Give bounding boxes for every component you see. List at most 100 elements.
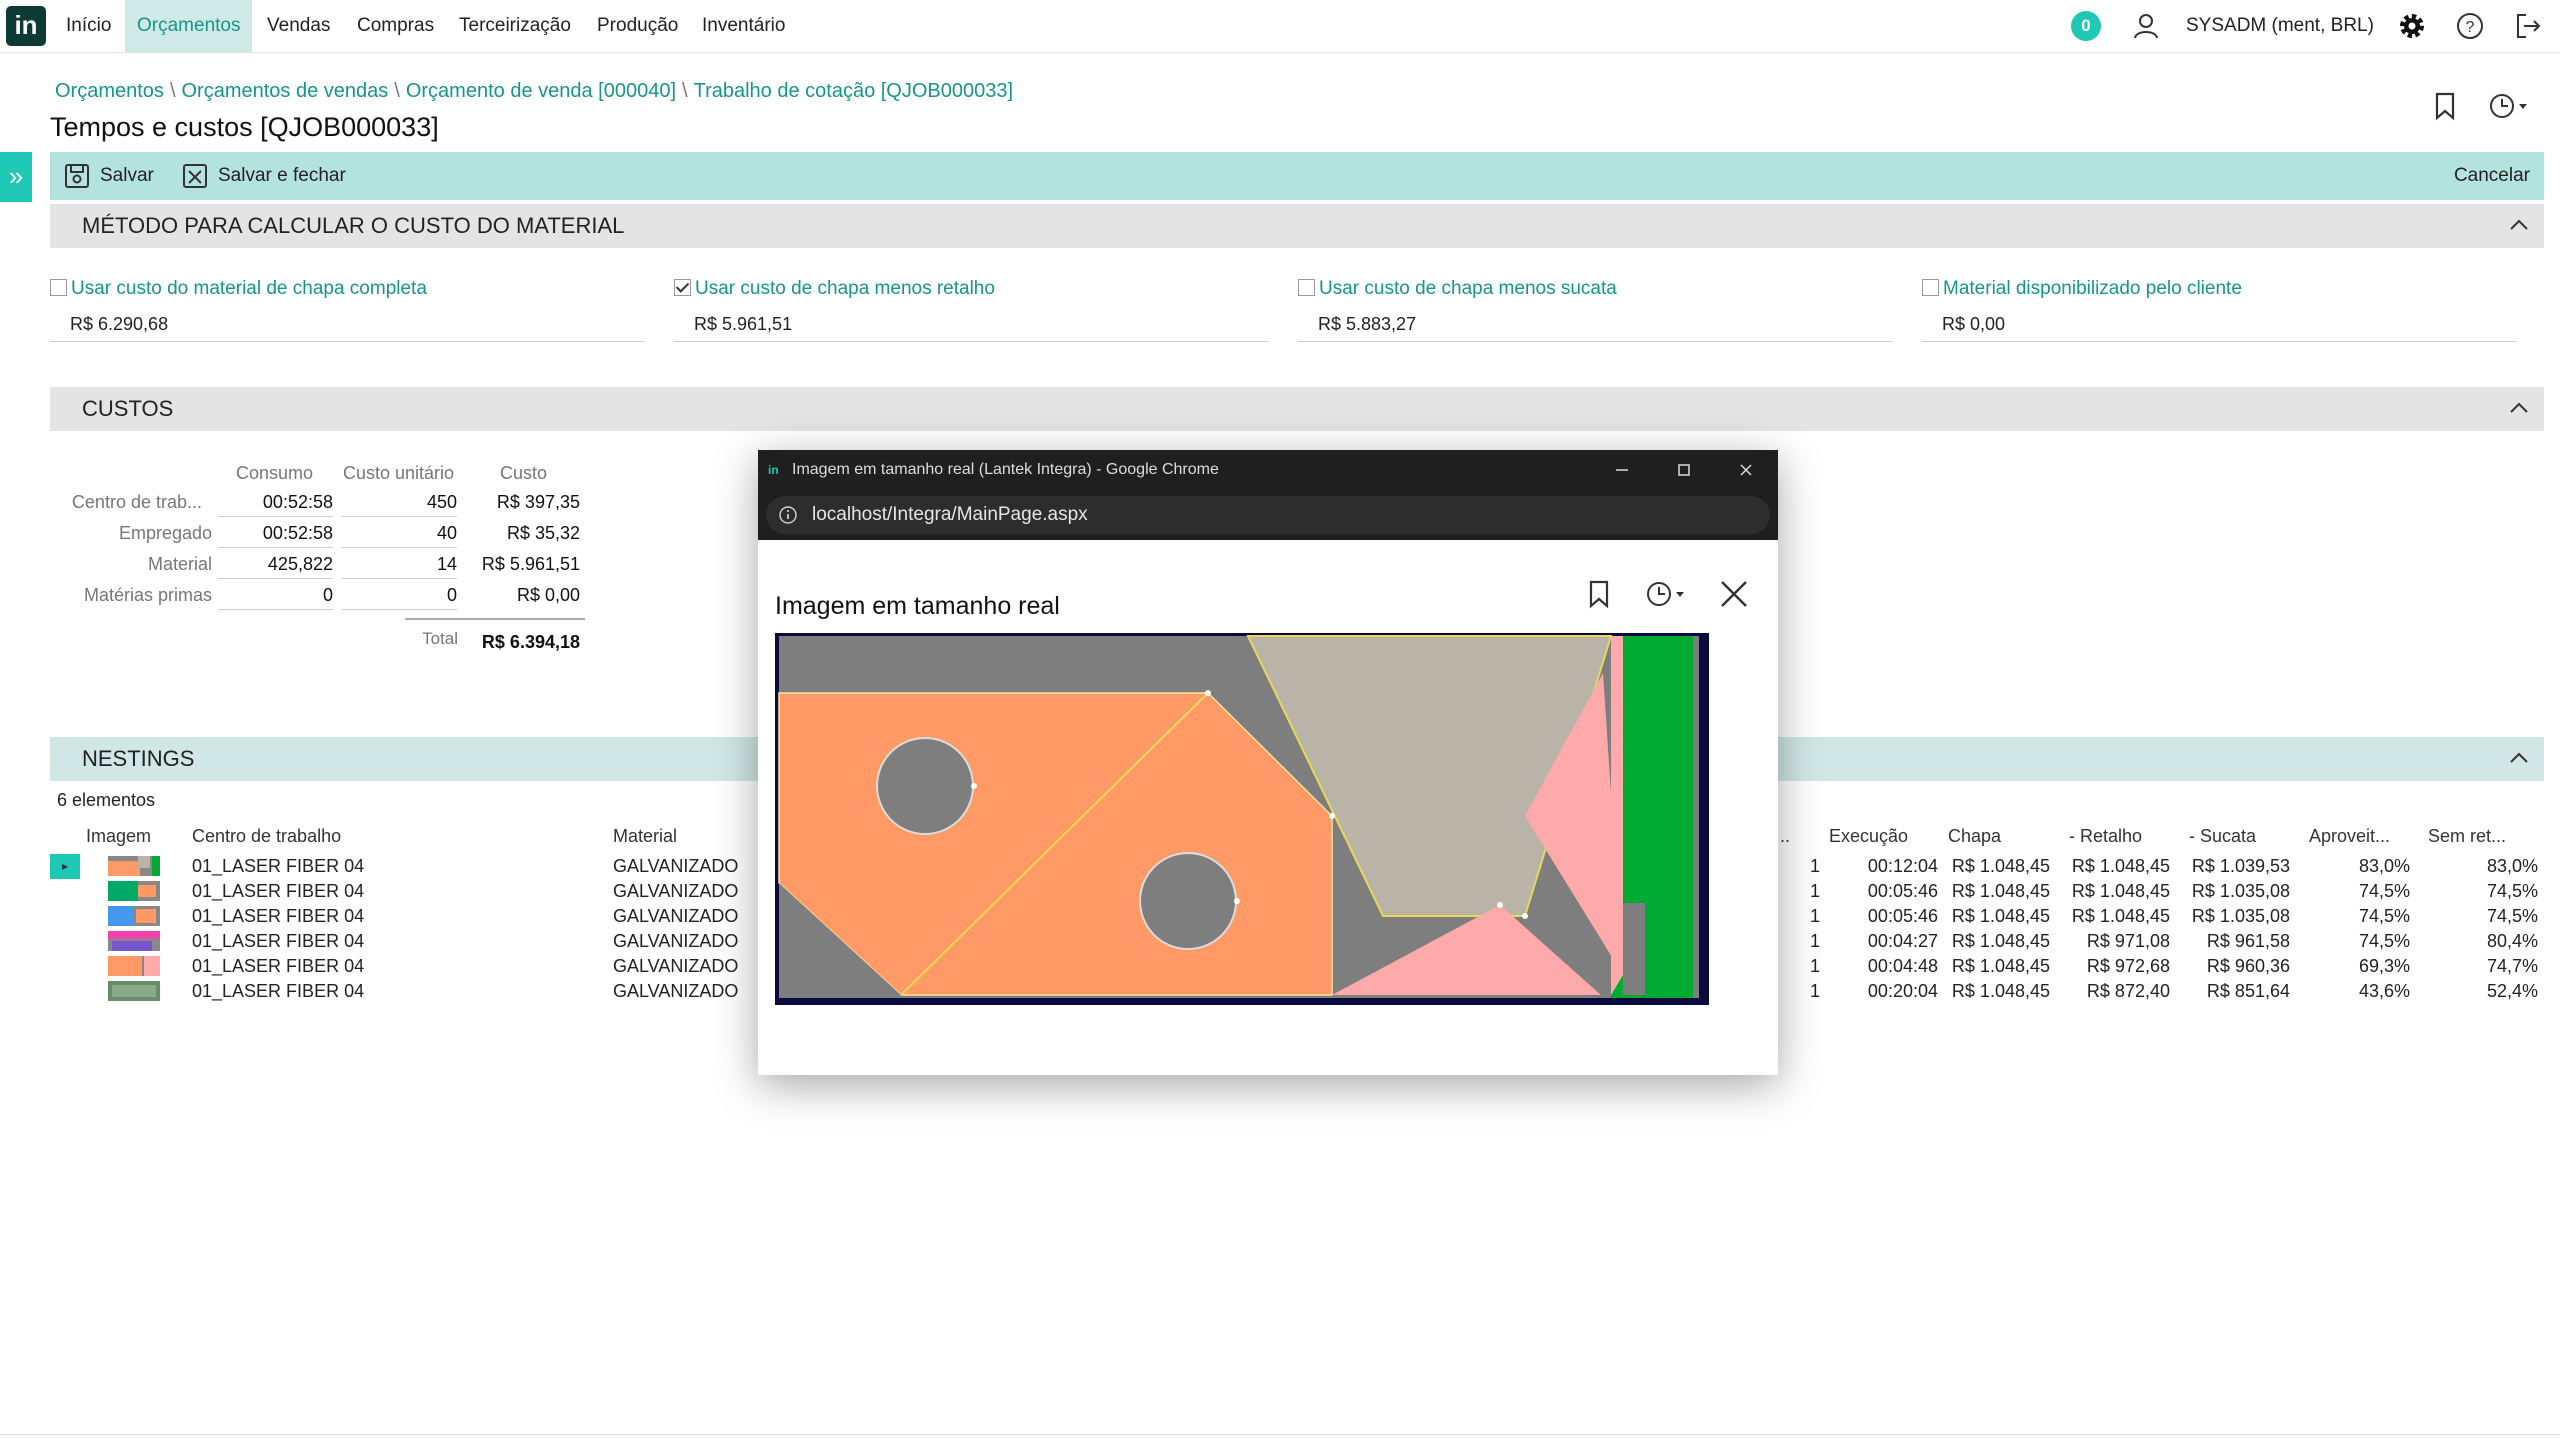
exec-cell: 00:05:46 <box>1867 906 1938 926</box>
breadcrumb-orcamentos[interactable]: Orçamentos <box>55 80 164 102</box>
unit-cost-field[interactable]: 450 <box>342 492 457 517</box>
col-header-qty[interactable]: .. <box>1780 826 1790 847</box>
nesting-thumbnail[interactable] <box>108 931 160 951</box>
consumo-field[interactable]: 00:52:58 <box>218 523 333 548</box>
logout-icon[interactable] <box>2512 10 2544 42</box>
noremnant-cell: 74,7% <box>2486 956 2538 976</box>
history-icon[interactable] <box>2486 90 2534 122</box>
url-field[interactable]: localhost/Integra/MainPage.aspx <box>766 496 1770 534</box>
notifications-badge[interactable]: 0 <box>2071 11 2101 41</box>
menu-vendas[interactable]: Vendas <box>255 0 342 52</box>
menu-compras[interactable]: Compras <box>345 0 446 52</box>
save-close-icon[interactable] <box>182 163 210 189</box>
costs-section-header[interactable]: CUSTOS <box>50 387 2544 431</box>
collapse-chevron-icon[interactable] <box>2510 218 2528 230</box>
save-close-button[interactable]: Salvar e fechar <box>218 152 346 200</box>
page-title: Tempos e custos [QJOB000033] <box>50 112 439 142</box>
option-label[interactable]: Usar custo do material de chapa completa <box>71 278 427 299</box>
app-favicon-icon: in <box>768 463 779 477</box>
col-header-sheet[interactable]: Chapa <box>1948 826 2001 847</box>
col-header-remnant[interactable]: - Retalho <box>2069 826 2142 847</box>
menu-orcamentos[interactable]: Orçamentos <box>125 0 253 52</box>
unit-cost-field[interactable]: 0 <box>342 585 457 610</box>
noremnant-cell: 80,4% <box>2486 931 2538 951</box>
usage-cell: 69,3% <box>2358 956 2410 976</box>
remnant-cell: R$ 971,08 <box>2086 931 2170 951</box>
sidebar-expand-toggle[interactable]: » <box>0 152 32 202</box>
close-window-icon[interactable] <box>1738 462 1754 478</box>
material-method-section-header[interactable]: MÉTODO PARA CALCULAR O CUSTO DO MATERIAL <box>50 204 2544 248</box>
col-header-image[interactable]: Imagem <box>86 826 151 847</box>
option-label[interactable]: Usar custo de chapa menos retalho <box>695 278 995 299</box>
exec-cell: 00:04:48 <box>1867 956 1938 976</box>
cost-row-label: Empregado <box>118 523 212 543</box>
full-sheet-checkbox[interactable] <box>50 279 67 296</box>
menu-producao[interactable]: Produção <box>585 0 690 52</box>
history-icon[interactable] <box>1643 578 1691 610</box>
nesting-thumbnail[interactable] <box>108 981 160 1001</box>
cancel-button[interactable]: Cancelar <box>2454 152 2530 200</box>
collapse-chevron-icon[interactable] <box>2510 401 2528 413</box>
minus-remnant-checkbox[interactable] <box>674 279 691 296</box>
app-logo[interactable]: in <box>6 6 46 46</box>
popup-address-bar: localhost/Integra/MainPage.aspx <box>758 490 1778 540</box>
nesting-thumbnail[interactable] <box>108 881 160 901</box>
total-value: R$ 6.394,18 <box>481 632 580 652</box>
minus-scrap-checkbox[interactable] <box>1298 279 1315 296</box>
menu-inventario[interactable]: Inventário <box>690 0 797 52</box>
breadcrumb-trabalho-cotacao[interactable]: Trabalho de cotação [QJOB000033] <box>694 80 1013 102</box>
option-label[interactable]: Material disponibilizado pelo cliente <box>1943 278 2242 299</box>
bookmark-icon[interactable] <box>1585 578 1613 610</box>
qty-cell: 1 <box>1809 856 1820 876</box>
nesting-thumbnail[interactable] <box>108 956 160 976</box>
close-icon[interactable] <box>1718 578 1750 610</box>
unit-cost-field[interactable]: 14 <box>342 554 457 579</box>
info-icon[interactable] <box>778 505 798 525</box>
consumo-field[interactable]: 0 <box>218 585 333 610</box>
url-text[interactable]: localhost/Integra/MainPage.aspx <box>812 496 1088 534</box>
cost-value: R$ 5.961,51 <box>481 554 580 574</box>
gear-icon[interactable] <box>2396 10 2428 42</box>
menu-terceirizacao[interactable]: Terceirização <box>447 0 583 52</box>
consumo-field[interactable]: 00:52:58 <box>218 492 333 517</box>
help-icon[interactable]: ? <box>2454 10 2486 42</box>
save-icon[interactable] <box>64 163 90 189</box>
remnant-cell: R$ 1.048,45 <box>2071 856 2170 876</box>
section-title: MÉTODO PARA CALCULAR O CUSTO DO MATERIAL <box>82 213 625 238</box>
scrap-cell: R$ 961,58 <box>2206 931 2290 951</box>
save-button[interactable]: Salvar <box>100 152 154 200</box>
user-name[interactable]: SYSADM (ment, BRL) <box>2186 0 2374 52</box>
col-header-scrap[interactable]: - Sucata <box>2189 826 2256 847</box>
breadcrumb-orcamentos-vendas[interactable]: Orçamentos de vendas <box>182 80 389 102</box>
noremnant-cell: 52,4% <box>2486 981 2538 1001</box>
popup-heading: Imagem em tamanho real <box>775 592 1060 620</box>
minimize-icon[interactable] <box>1614 462 1630 478</box>
noremnant-cell: 74,5% <box>2486 906 2538 926</box>
breadcrumb-orcamento-venda[interactable]: Orçamento de venda [000040] <box>406 80 676 102</box>
total-divider <box>405 618 585 620</box>
consumo-field[interactable]: 425,822 <box>218 554 333 579</box>
col-header-usage[interactable]: Aproveit... <box>2309 826 2390 847</box>
image-popup-window: in Imagem em tamanho real (Lantek Integr… <box>758 450 1778 1075</box>
nesting-full-image <box>775 633 1709 1005</box>
costs-header-consumo: Consumo <box>236 463 314 483</box>
center-cell: 01_LASER FIBER 04 <box>192 931 365 951</box>
maximize-icon[interactable] <box>1676 462 1692 478</box>
col-header-noremnant[interactable]: Sem ret... <box>2428 826 2506 847</box>
col-header-material[interactable]: Material <box>613 826 677 847</box>
cost-value: R$ 0,00 <box>516 585 580 605</box>
exec-cell: 00:12:04 <box>1867 856 1938 876</box>
bookmark-icon[interactable] <box>2430 90 2460 122</box>
nesting-thumbnail[interactable] <box>108 856 160 876</box>
row-selector-icon[interactable]: ▸ <box>50 854 80 879</box>
option-label[interactable]: Usar custo de chapa menos sucata <box>1319 278 1617 299</box>
user-icon[interactable] <box>2130 10 2162 42</box>
col-header-center[interactable]: Centro de trabalho <box>192 826 341 847</box>
nesting-thumbnail[interactable] <box>108 906 160 926</box>
col-header-exec[interactable]: Execução <box>1829 826 1908 847</box>
unit-cost-field[interactable]: 40 <box>342 523 457 548</box>
menu-inicio[interactable]: Início <box>54 0 123 52</box>
collapse-chevron-icon[interactable] <box>2510 751 2528 763</box>
customer-supplied-checkbox[interactable] <box>1922 279 1939 296</box>
center-cell: 01_LASER FIBER 04 <box>192 881 365 901</box>
